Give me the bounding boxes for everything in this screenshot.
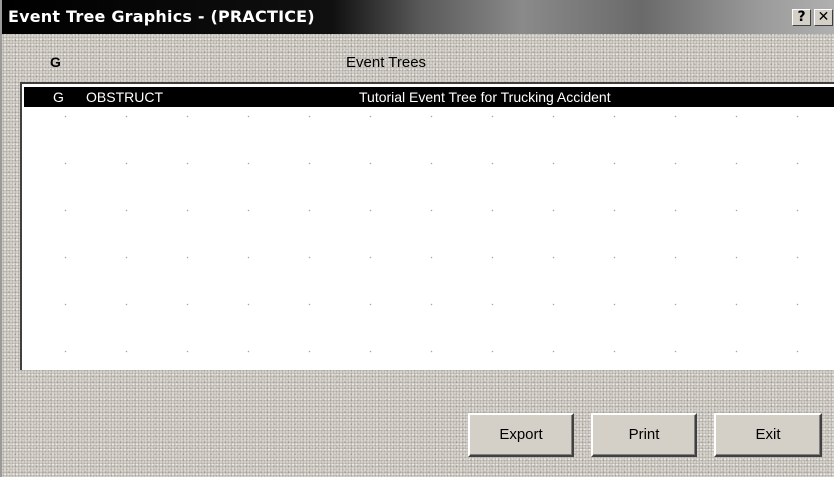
help-icon: ? xyxy=(797,9,806,25)
window-title: Event Tree Graphics - (PRACTICE) xyxy=(8,7,315,26)
close-button[interactable]: ✕ xyxy=(814,9,833,26)
column-header-event-trees[interactable]: Event Trees xyxy=(346,54,426,71)
help-button[interactable]: ? xyxy=(792,9,811,26)
row-name-cell: OBSTRUCT xyxy=(86,89,163,105)
exit-button[interactable]: Exit xyxy=(714,413,822,457)
title-bar[interactable]: Event Tree Graphics - (PRACTICE) ? ✕ xyxy=(2,0,834,34)
print-button[interactable]: Print xyxy=(591,413,697,457)
column-header-g[interactable]: G xyxy=(50,54,61,70)
row-description-cell: Tutorial Event Tree for Trucking Acciden… xyxy=(359,89,611,105)
list-header: G Event Trees xyxy=(2,46,834,74)
event-tree-graphics-window: Event Tree Graphics - (PRACTICE) ? ✕ G E… xyxy=(0,0,834,477)
event-tree-list[interactable]: G OBSTRUCT Tutorial Event Tree for Truck… xyxy=(20,82,834,370)
row-g-cell: G xyxy=(53,89,64,105)
list-item[interactable]: G OBSTRUCT Tutorial Event Tree for Truck… xyxy=(24,87,834,107)
close-icon: ✕ xyxy=(817,9,830,25)
export-button[interactable]: Export xyxy=(468,413,574,457)
